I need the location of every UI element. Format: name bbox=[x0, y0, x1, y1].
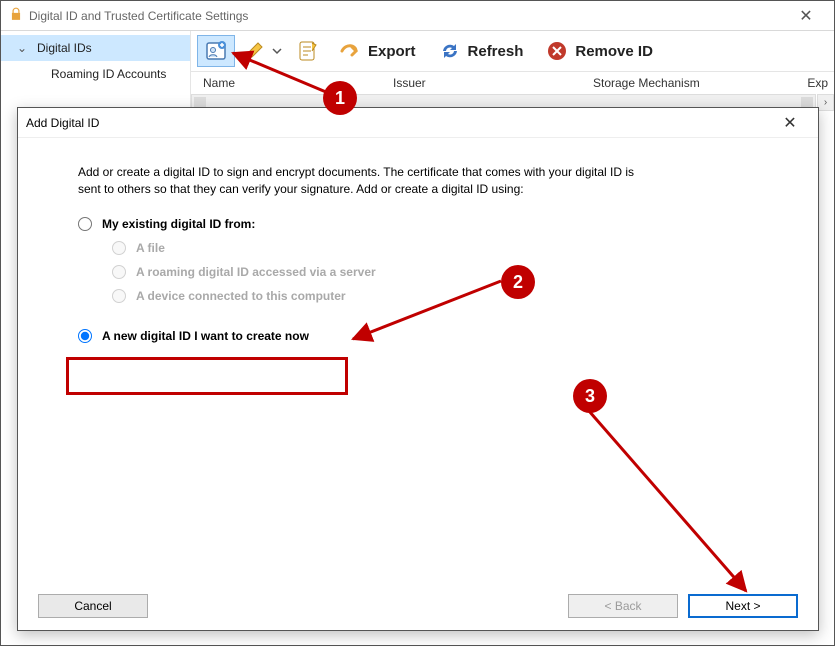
radio-device: A device connected to this computer bbox=[78, 284, 778, 308]
dialog-intro-text: Add or create a digital ID to sign and e… bbox=[78, 164, 638, 198]
lock-icon bbox=[9, 7, 23, 24]
edit-button[interactable] bbox=[235, 35, 289, 67]
sidebar: ⌄ Digital IDs Roaming ID Accounts bbox=[1, 31, 191, 111]
scroll-right-icon[interactable]: › bbox=[817, 94, 834, 111]
parent-body: ⌄ Digital IDs Roaming ID Accounts Export bbox=[1, 31, 834, 111]
annotation-bubble-2: 2 bbox=[501, 265, 535, 299]
parent-title: Digital ID and Trusted Certificate Setti… bbox=[29, 9, 248, 23]
next-button[interactable]: Next > bbox=[688, 594, 798, 618]
column-headers: Name Issuer Storage Mechanism Exp bbox=[191, 72, 834, 94]
sidebar-item-digital-ids[interactable]: ⌄ Digital IDs bbox=[1, 35, 190, 61]
radio-new-input[interactable] bbox=[78, 329, 92, 343]
chevron-down-icon[interactable]: ⌄ bbox=[17, 41, 37, 55]
cancel-button[interactable]: Cancel bbox=[38, 594, 148, 618]
radio-new-id[interactable]: A new digital ID I want to create now bbox=[78, 324, 778, 348]
annotation-bubble-1: 1 bbox=[323, 81, 357, 115]
radio-existing-label: My existing digital ID from: bbox=[102, 217, 255, 231]
radio-existing-id[interactable]: My existing digital ID from: bbox=[78, 212, 778, 236]
radio-device-label: A device connected to this computer bbox=[136, 289, 346, 303]
radio-device-input bbox=[112, 289, 126, 303]
radio-file-input bbox=[112, 241, 126, 255]
radio-existing-input[interactable] bbox=[78, 217, 92, 231]
remove-id-button[interactable]: Remove ID bbox=[534, 35, 664, 67]
export-label: Export bbox=[368, 43, 416, 60]
back-button: < Back bbox=[568, 594, 678, 618]
radio-roaming-input bbox=[112, 265, 126, 279]
radio-file: A file bbox=[78, 236, 778, 260]
dialog-button-row: Cancel < Back Next > bbox=[18, 582, 818, 630]
close-icon[interactable]: ✕ bbox=[786, 6, 826, 26]
col-storage[interactable]: Storage Mechanism bbox=[587, 74, 777, 92]
toolbar: Export Refresh Remove ID bbox=[191, 31, 834, 72]
radio-roaming: A roaming digital ID accessed via a serv… bbox=[78, 260, 778, 284]
add-digital-id-dialog: Add Digital ID ✕ Add or create a digital… bbox=[17, 107, 819, 631]
col-issuer[interactable]: Issuer bbox=[387, 74, 587, 92]
sidebar-item-label: Digital IDs bbox=[37, 41, 92, 55]
refresh-label: Refresh bbox=[468, 43, 524, 60]
export-button[interactable]: Export bbox=[327, 35, 427, 67]
radio-file-label: A file bbox=[136, 241, 165, 255]
dialog-titlebar: Add Digital ID ✕ bbox=[18, 108, 818, 138]
refresh-button[interactable]: Refresh bbox=[427, 35, 535, 67]
details-button[interactable] bbox=[289, 35, 327, 67]
close-icon[interactable]: ✕ bbox=[770, 113, 810, 133]
remove-label: Remove ID bbox=[575, 43, 653, 60]
col-name[interactable]: Name bbox=[197, 74, 387, 92]
parent-titlebar: Digital ID and Trusted Certificate Setti… bbox=[1, 1, 834, 31]
radio-roaming-label: A roaming digital ID accessed via a serv… bbox=[136, 265, 376, 279]
sidebar-item-roaming-accounts[interactable]: Roaming ID Accounts bbox=[1, 61, 190, 87]
add-id-button[interactable] bbox=[197, 35, 235, 67]
dialog-title: Add Digital ID bbox=[26, 116, 99, 130]
annotation-bubble-3: 3 bbox=[573, 379, 607, 413]
annotation-highlight bbox=[66, 357, 348, 395]
radio-new-label: A new digital ID I want to create now bbox=[102, 329, 309, 343]
col-expires[interactable]: Exp bbox=[777, 74, 834, 92]
sidebar-item-label: Roaming ID Accounts bbox=[51, 67, 166, 81]
